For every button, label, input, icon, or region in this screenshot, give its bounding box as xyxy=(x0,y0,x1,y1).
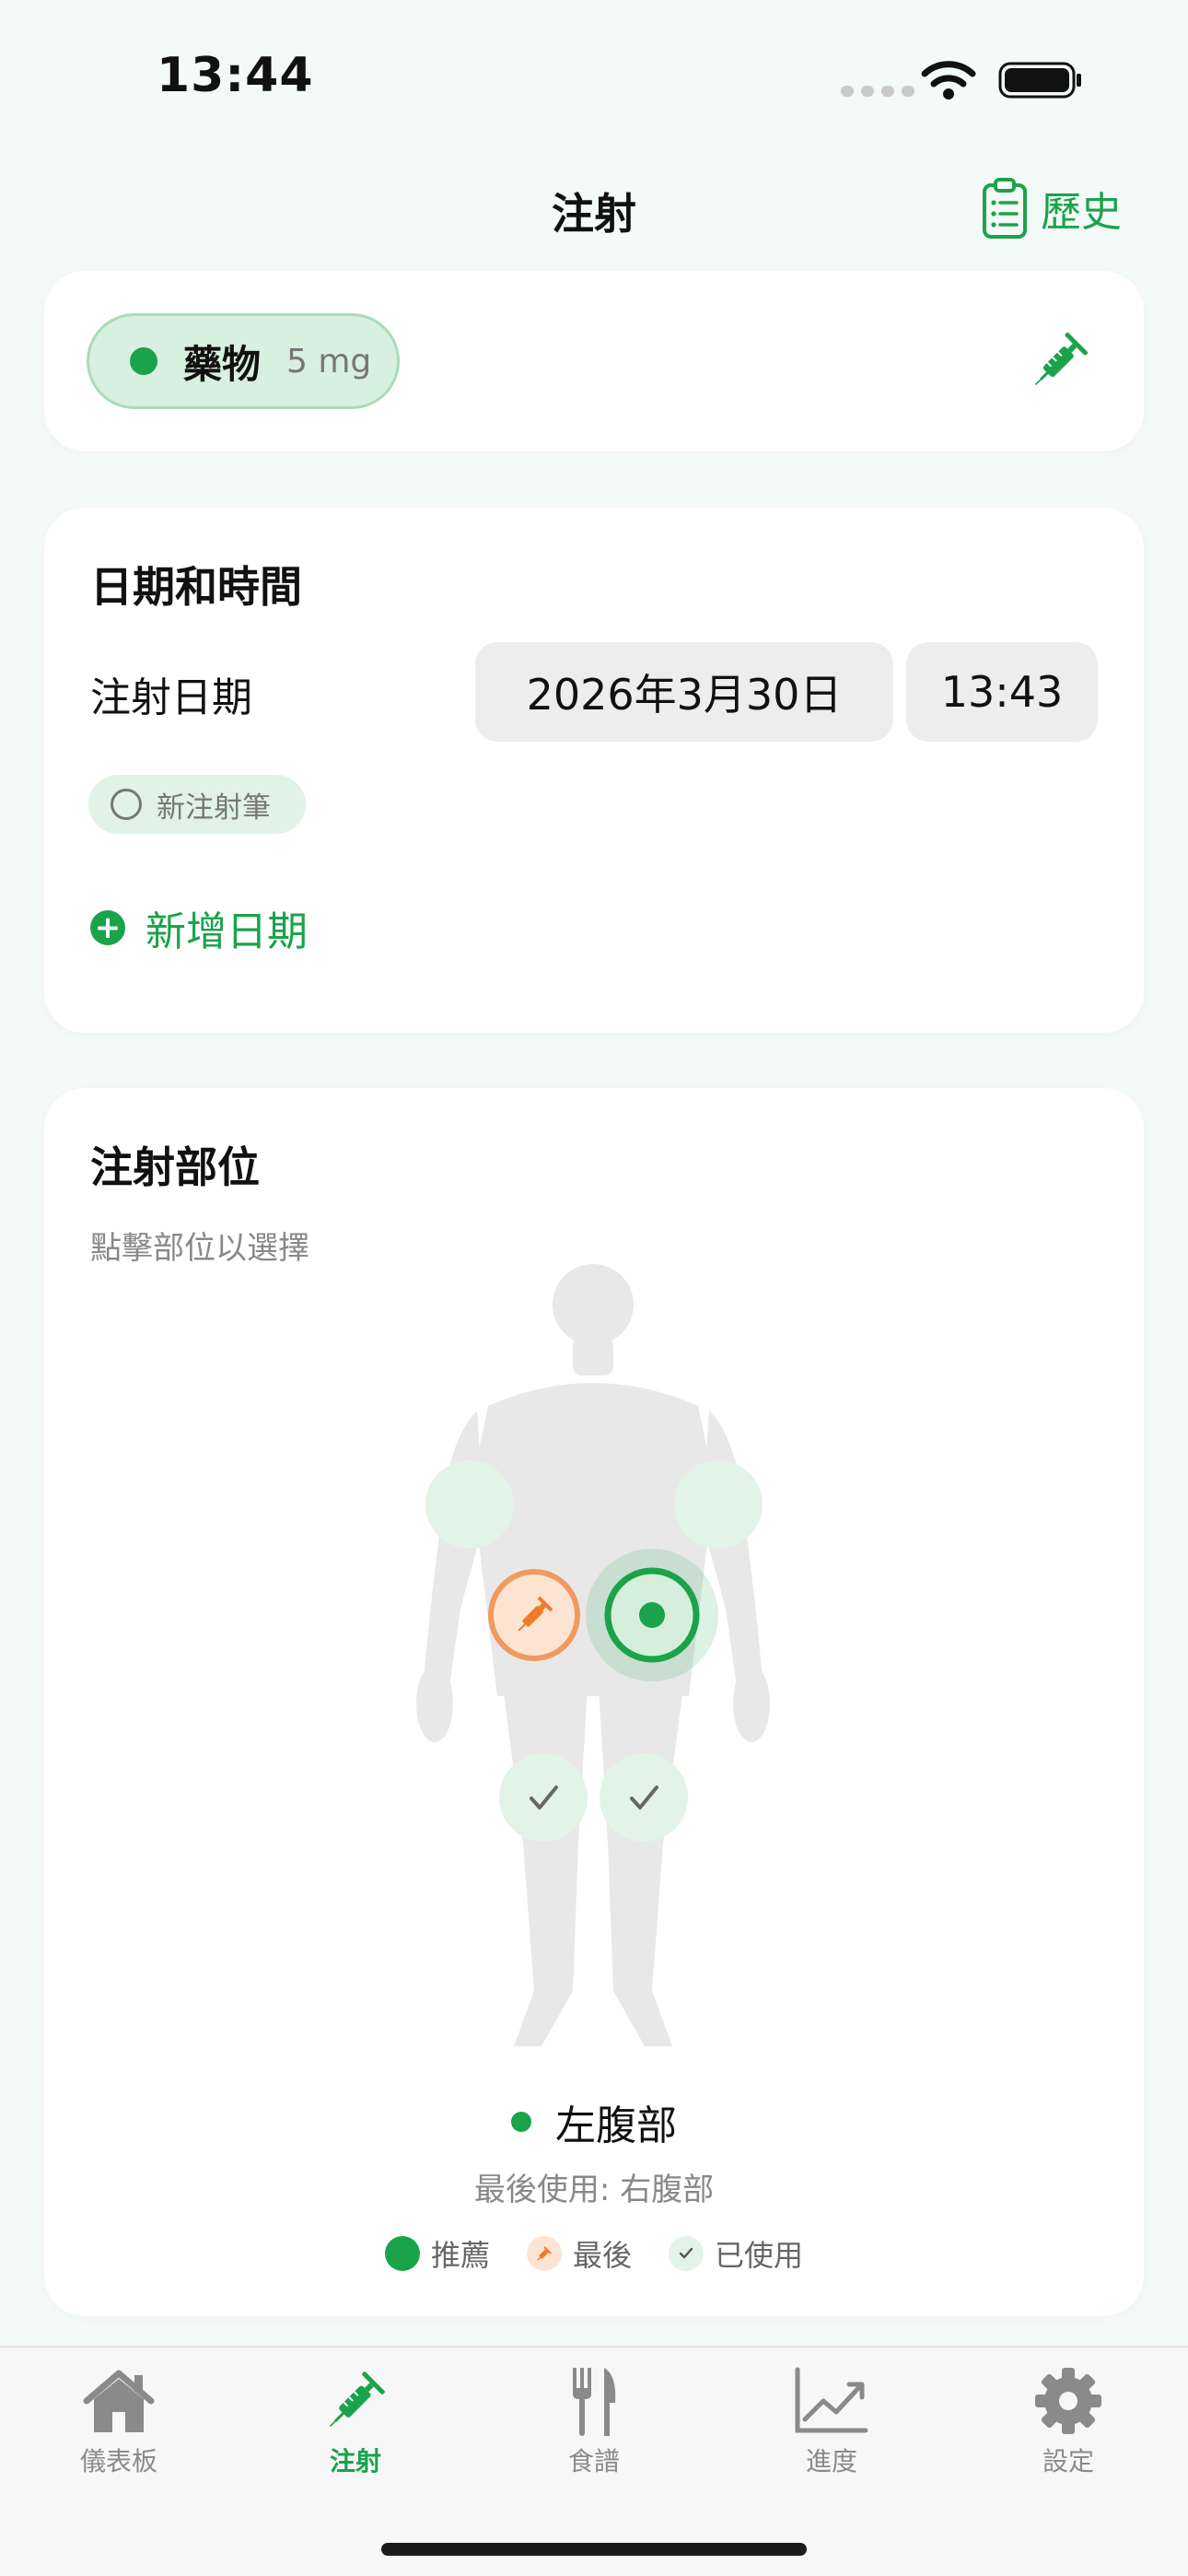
body-silhouette xyxy=(416,1264,770,2046)
site-left-abdomen[interactable] xyxy=(586,1549,718,1681)
legend-used: 已使用 xyxy=(669,2232,803,2275)
date-time-title: 日期和時間 xyxy=(90,562,302,612)
radio-circle-icon xyxy=(111,789,142,820)
tab-bar: 儀表板 注射 食譜 進度 設定 xyxy=(0,2346,1188,2576)
site-legend: 推薦 最後 已使用 xyxy=(44,2232,1144,2275)
last-used-label: 最後使用: 右腹部 xyxy=(473,2172,715,2208)
tab-settings-label: 設定 xyxy=(1042,2446,1094,2476)
injection-site-card: 注射部位 點擊部位以選擇 左腹部 最後使用: 右腹部 推薦 最後 已使用 xyxy=(44,1088,1144,2316)
tab-settings[interactable]: 設定 xyxy=(976,2366,1160,2478)
medication-name: 藥物 xyxy=(183,341,262,387)
site-right-abdomen[interactable] xyxy=(488,1569,580,1661)
legend-last-label: 最後 xyxy=(572,2238,632,2273)
cellular-signal-icon xyxy=(841,86,914,97)
gear-icon xyxy=(1035,2368,1101,2434)
status-time: 13:44 xyxy=(157,48,314,103)
medication-dose: 5 mg xyxy=(286,342,372,381)
medication-dot xyxy=(130,347,157,375)
date-time-card: 日期和時間 注射日期 2026年3月30日 13:43 新注射筆 + 新增日期 xyxy=(44,508,1144,1033)
time-picker[interactable]: 13:43 xyxy=(906,642,1098,742)
selected-site: 左腹部 xyxy=(44,2092,1144,2151)
tab-recipes[interactable]: 食譜 xyxy=(502,2366,686,2478)
syringe-icon xyxy=(329,2371,385,2428)
legend-recommended: 推薦 xyxy=(384,2232,490,2275)
site-left-thigh[interactable] xyxy=(600,1753,688,1842)
syringe-icon xyxy=(1034,333,1088,386)
syringe-icon xyxy=(526,2236,562,2271)
legend-last: 最後 xyxy=(526,2232,632,2275)
new-pen-toggle[interactable]: 新注射筆 xyxy=(88,775,306,834)
date-picker[interactable]: 2026年3月30日 xyxy=(475,642,893,742)
check-icon xyxy=(669,2236,704,2271)
tab-dashboard-label: 儀表板 xyxy=(79,2446,157,2476)
injection-date-label: 注射日期 xyxy=(90,674,252,721)
plus-circle-icon: + xyxy=(90,910,125,945)
site-left-arm[interactable] xyxy=(425,1460,514,1549)
home-indicator xyxy=(381,2543,807,2556)
add-date-button[interactable]: + 新增日期 xyxy=(90,898,308,957)
new-pen-label: 新注射筆 xyxy=(157,790,271,825)
medication-chip[interactable]: 藥物 5 mg xyxy=(87,313,400,409)
clipboard-list-icon xyxy=(983,178,1027,239)
medication-card: 藥物 5 mg xyxy=(44,271,1144,451)
site-right-thigh[interactable] xyxy=(499,1753,588,1842)
tab-injection[interactable]: 注射 xyxy=(263,2366,448,2478)
home-icon xyxy=(83,2370,155,2432)
tab-injection-label: 注射 xyxy=(329,2446,381,2476)
tab-recipes-label: 食譜 xyxy=(567,2446,620,2476)
wifi-icon xyxy=(921,61,976,100)
legend-recommended-swatch xyxy=(384,2236,420,2271)
legend-recommended-label: 推薦 xyxy=(430,2238,490,2273)
fork-knife-icon xyxy=(573,2368,616,2436)
tab-progress[interactable]: 進度 xyxy=(740,2366,924,2478)
legend-used-label: 已使用 xyxy=(715,2238,804,2273)
selected-site-label: 左腹部 xyxy=(555,2102,677,2149)
history-label: 歷史 xyxy=(1041,189,1122,236)
site-right-arm[interactable] xyxy=(674,1460,763,1549)
add-date-label: 新增日期 xyxy=(146,908,308,955)
body-diagram xyxy=(416,1264,770,2046)
tab-dashboard[interactable]: 儀表板 xyxy=(27,2366,211,2478)
tab-progress-label: 進度 xyxy=(805,2446,857,2476)
chart-icon xyxy=(795,2367,868,2433)
battery-icon xyxy=(998,62,1081,99)
history-button[interactable]: 歷史 xyxy=(982,177,1122,240)
selected-site-dot xyxy=(511,2112,531,2132)
